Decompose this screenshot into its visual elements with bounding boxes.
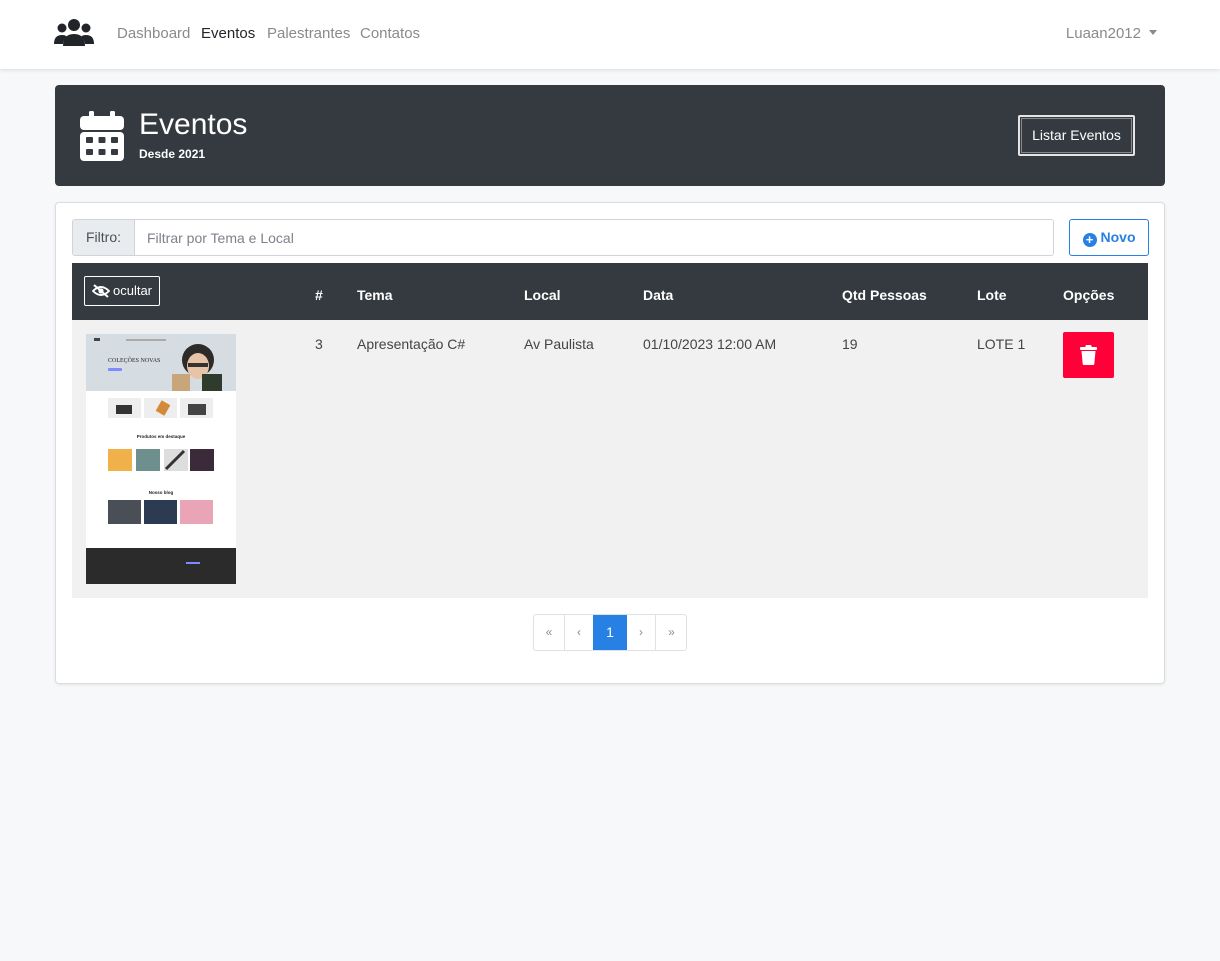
column-header-opcoes: Opções <box>1063 287 1115 303</box>
chevron-down-icon <box>1149 30 1157 35</box>
page-first-button[interactable]: « <box>534 615 565 650</box>
thumbnail-section-blog: Nosso blog <box>149 490 174 495</box>
pagination: « ‹ 1 › » <box>533 614 687 651</box>
table-header: ocultar # Tema Local Data Qtd Pessoas Lo… <box>72 263 1148 320</box>
nav-eventos[interactable]: Eventos <box>201 24 255 44</box>
new-event-button[interactable]: + Novo <box>1069 219 1149 256</box>
calendar-icon <box>80 111 124 161</box>
page-last-button[interactable]: » <box>656 615 686 650</box>
delete-event-button[interactable] <box>1063 332 1114 378</box>
thumbnail-section-featured: Produtos em destaque <box>137 434 186 439</box>
table-row[interactable]: COLEÇÕES NOVAS Produtos em destaque Noss… <box>72 320 1148 598</box>
event-image: COLEÇÕES NOVAS Produtos em destaque Noss… <box>86 334 236 584</box>
nav-palestrantes[interactable]: Palestrantes <box>267 24 350 44</box>
top-navbar: Dashboard Eventos Palestrantes Contatos … <box>0 0 1220 69</box>
toggle-image-label: ocultar <box>112 283 153 298</box>
cell-qtd-pessoas: 19 <box>842 336 858 352</box>
nav-contatos[interactable]: Contatos <box>360 24 420 44</box>
users-icon[interactable] <box>54 18 94 48</box>
list-events-button[interactable]: Listar Eventos <box>1018 115 1135 156</box>
column-header-lote: Lote <box>977 287 1007 303</box>
column-header-data: Data <box>643 287 674 303</box>
page-prev-button[interactable]: ‹ <box>565 615 594 650</box>
page-title: Eventos <box>139 108 248 141</box>
cell-data: 01/10/2023 12:00 AM <box>643 336 777 352</box>
column-header-id: # <box>315 287 323 303</box>
nav-dashboard[interactable]: Dashboard <box>117 24 190 44</box>
cell-local: Av Paulista <box>524 336 594 352</box>
cell-tema: Apresentação C# <box>357 336 466 352</box>
page-subtitle: Desde 2021 <box>139 147 206 161</box>
column-header-tema: Tema <box>357 287 393 303</box>
user-dropdown[interactable]: Luaan2012 <box>1066 24 1157 44</box>
toggle-image-button[interactable]: ocultar <box>84 276 160 306</box>
page-1-button[interactable]: 1 <box>593 615 627 650</box>
new-event-label: Novo <box>1100 229 1136 245</box>
cell-id: 3 <box>315 336 323 352</box>
filter-input[interactable] <box>135 220 1053 255</box>
user-name: Luaan2012 <box>1065 25 1141 42</box>
plus-circle-icon: + <box>1082 233 1097 247</box>
filter-label: Filtro: <box>73 220 135 255</box>
thumbnail-hero-text: COLEÇÕES NOVAS <box>108 356 160 364</box>
cell-lote: LOTE 1 <box>977 336 1026 352</box>
column-header-local: Local <box>524 287 561 303</box>
events-card: Filtro: +Novo ocultar # Tema Local Data … <box>55 202 1165 684</box>
eye-slash-icon <box>91 284 111 298</box>
page-next-button[interactable]: › <box>627 615 656 650</box>
event-image-preview: COLEÇÕES NOVAS Produtos em destaque Noss… <box>86 334 236 584</box>
column-header-qtd-pessoas: Qtd Pessoas <box>842 287 927 303</box>
filter-group: Filtro: <box>72 219 1054 256</box>
trash-icon <box>1080 345 1097 365</box>
page-header-banner: Eventos Desde 2021 Listar Eventos <box>55 85 1165 186</box>
